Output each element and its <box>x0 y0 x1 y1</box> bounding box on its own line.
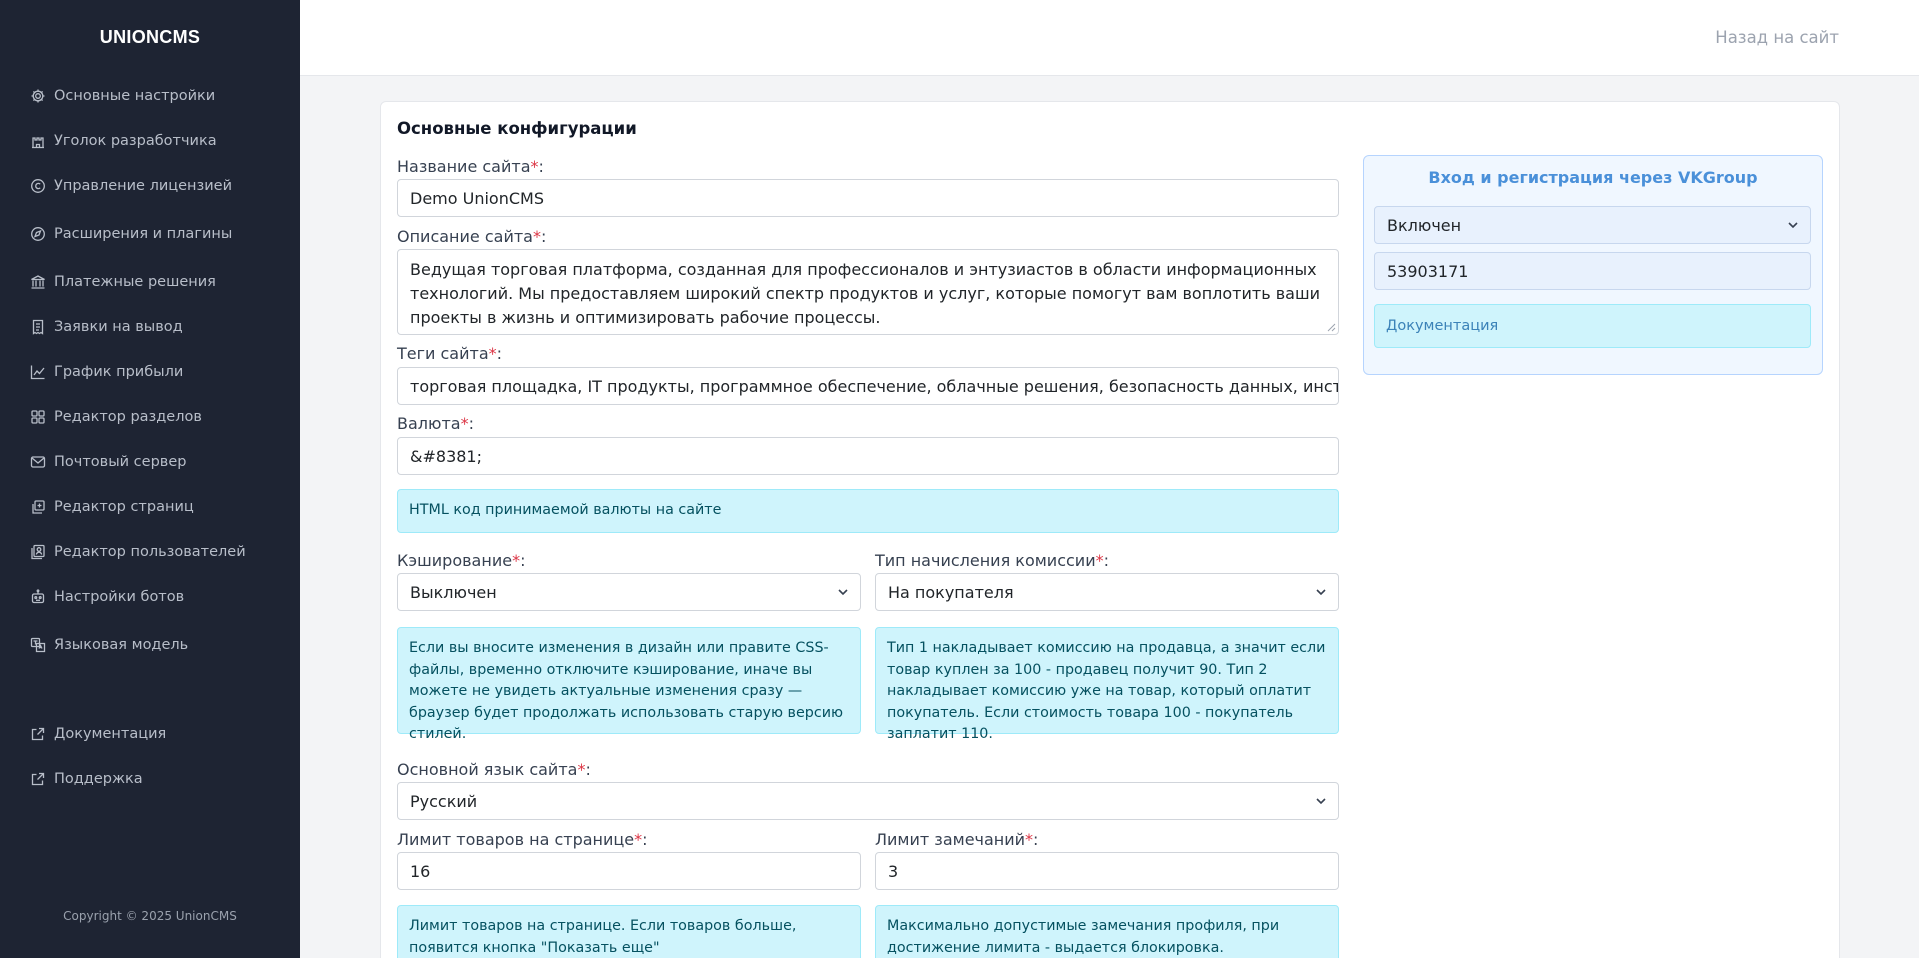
copyright-text: Copyright © 2025 UnionCMS <box>63 909 237 923</box>
caching-info: Если вы вносите изменения в дизайн или п… <box>397 627 861 742</box>
external-link-icon <box>31 727 45 741</box>
castle-icon <box>32 137 44 149</box>
sidebar-item-pages-editor[interactable]: Редактор страниц <box>30 497 194 517</box>
sidebar-item-label: Поддержка <box>54 771 143 787</box>
sidebar-item-label: Документация <box>54 726 167 742</box>
bank-icon <box>31 275 45 289</box>
commission-selected-value: На покупателя <box>888 582 1014 602</box>
vk-auth-title: Вход и регистрация через VKGroup <box>1428 168 1758 187</box>
sidebar-item-developer[interactable]: Уголок разработчика <box>30 131 217 151</box>
app-logo[interactable]: UNIONCMS <box>0 27 300 48</box>
products-limit-info: Лимит товаров на странице. Если товаров … <box>397 905 861 958</box>
sidebar-item-bots-settings[interactable]: Настройки ботов <box>30 587 184 607</box>
language-select[interactable]: Русский <box>397 782 1339 820</box>
site-tags-label: Теги сайта*: <box>397 344 503 363</box>
puzzle-icon <box>31 227 45 241</box>
vk-status-select[interactable]: Включен <box>1374 206 1811 244</box>
sidebar-item-language-model[interactable]: Языковая модель <box>30 635 188 655</box>
caching-select[interactable]: Выключен <box>397 573 861 611</box>
sidebar-item-label: Редактор разделов <box>54 409 202 425</box>
sidebar-item-label: Настройки ботов <box>54 589 185 605</box>
site-name-label: Название сайта*: <box>397 157 544 176</box>
sidebar-item-mail-server[interactable]: Почтовый сервер <box>30 452 186 472</box>
warnings-limit-info: Максимально допустимые замечания профиля… <box>875 905 1339 958</box>
chevron-down-icon <box>1788 222 1798 229</box>
chart-icon <box>30 365 45 380</box>
vk-status-selected-value: Включен <box>1387 215 1462 235</box>
topbar: Назад на сайт <box>300 0 1919 76</box>
copyright-icon <box>31 179 45 193</box>
mail-icon <box>30 456 46 468</box>
sidebar-item-label: Редактор страниц <box>54 499 194 515</box>
currency-info: HTML код принимаемой валюты на сайте <box>397 489 1339 533</box>
chevron-down-icon <box>838 589 848 596</box>
warnings-limit-label: Лимит замечаний*: <box>875 830 1039 849</box>
caching-selected-value: Выключен <box>410 582 497 602</box>
site-description-textarea[interactable]: Ведущая торговая платформа, созданная дл… <box>397 249 1339 335</box>
commission-select[interactable]: На покупателя <box>875 573 1339 611</box>
sidebar-item-sections-editor[interactable]: Редактор разделов <box>30 407 202 427</box>
vk-group-id-input[interactable]: 53903171 <box>1374 252 1811 290</box>
sidebar-link-support[interactable]: Поддержка <box>30 769 143 789</box>
sidebar-item-label: Платежные решения <box>54 274 216 290</box>
sidebar-item-label: Расширения и плагины <box>54 226 233 242</box>
vk-documentation-link[interactable]: Документация <box>1374 304 1811 348</box>
grid-icon <box>31 410 45 424</box>
warnings-limit-input[interactable]: 3 <box>875 852 1339 890</box>
sidebar-item-license[interactable]: Управление лицензией <box>30 176 232 196</box>
site-tags-input[interactable]: торговая площадка, IT продукты, программ… <box>397 367 1339 405</box>
language-selected-value: Русский <box>410 791 478 811</box>
products-limit-label: Лимит товаров на странице*: <box>397 830 648 849</box>
site-name-input[interactable]: Demo UnionCMS <box>397 179 1339 217</box>
pages-icon <box>32 500 45 514</box>
sidebar-item-label: Управление лицензией <box>54 178 233 194</box>
products-limit-input[interactable]: 16 <box>397 852 861 890</box>
back-to-site-link[interactable]: Назад на сайт <box>1715 28 1839 47</box>
sidebar-item-withdrawals[interactable]: Заявки на вывод <box>30 317 183 337</box>
caching-label: Кэширование*: <box>397 551 526 570</box>
currency-label: Валюта*: <box>397 414 474 433</box>
sidebar: UNIONCMS Основные настройки Уголок разра… <box>0 0 300 958</box>
sidebar-item-profit-chart[interactable]: График прибыли <box>30 362 183 382</box>
sidebar-item-payments[interactable]: Платежные решения <box>30 272 216 292</box>
commission-label: Тип начисления комиссии*: <box>875 551 1109 570</box>
sidebar-item-label: Основные настройки <box>54 88 216 104</box>
sidebar-item-main-settings[interactable]: Основные настройки <box>30 86 215 106</box>
sidebar-item-label: Почтовый сервер <box>54 454 187 470</box>
external-link-icon <box>31 772 45 786</box>
page-title: Основные конфигурации <box>397 119 637 138</box>
resize-handle-icon[interactable] <box>1327 323 1336 332</box>
site-description-label: Описание сайта*: <box>397 227 547 246</box>
language-icon <box>30 637 46 653</box>
robot-icon <box>31 589 45 604</box>
currency-input[interactable]: &#8381; <box>397 437 1339 475</box>
language-label: Основной язык сайта*: <box>397 760 591 779</box>
gear-icon <box>31 89 45 103</box>
sidebar-item-users-editor[interactable]: Редактор пользователей <box>30 542 246 562</box>
sidebar-item-label: Языковая модель <box>54 637 189 653</box>
chevron-down-icon <box>1316 589 1326 596</box>
sidebar-link-documentation[interactable]: Документация <box>30 724 166 744</box>
sidebar-item-label: Заявки на вывод <box>54 319 183 335</box>
chevron-down-icon <box>1316 798 1326 805</box>
sidebar-item-label: Редактор пользователей <box>54 544 246 560</box>
sidebar-item-label: Уголок разработчика <box>54 133 217 149</box>
sidebar-item-extensions[interactable]: Расширения и плагины <box>30 224 232 244</box>
site-description-text: Ведущая торговая платформа, созданная дл… <box>410 260 1321 327</box>
user-card-icon <box>31 544 45 560</box>
receipt-icon <box>32 319 44 335</box>
commission-info: Тип 1 накладывает комиссию на продавца, … <box>875 627 1339 742</box>
sidebar-item-label: График прибыли <box>54 364 184 380</box>
